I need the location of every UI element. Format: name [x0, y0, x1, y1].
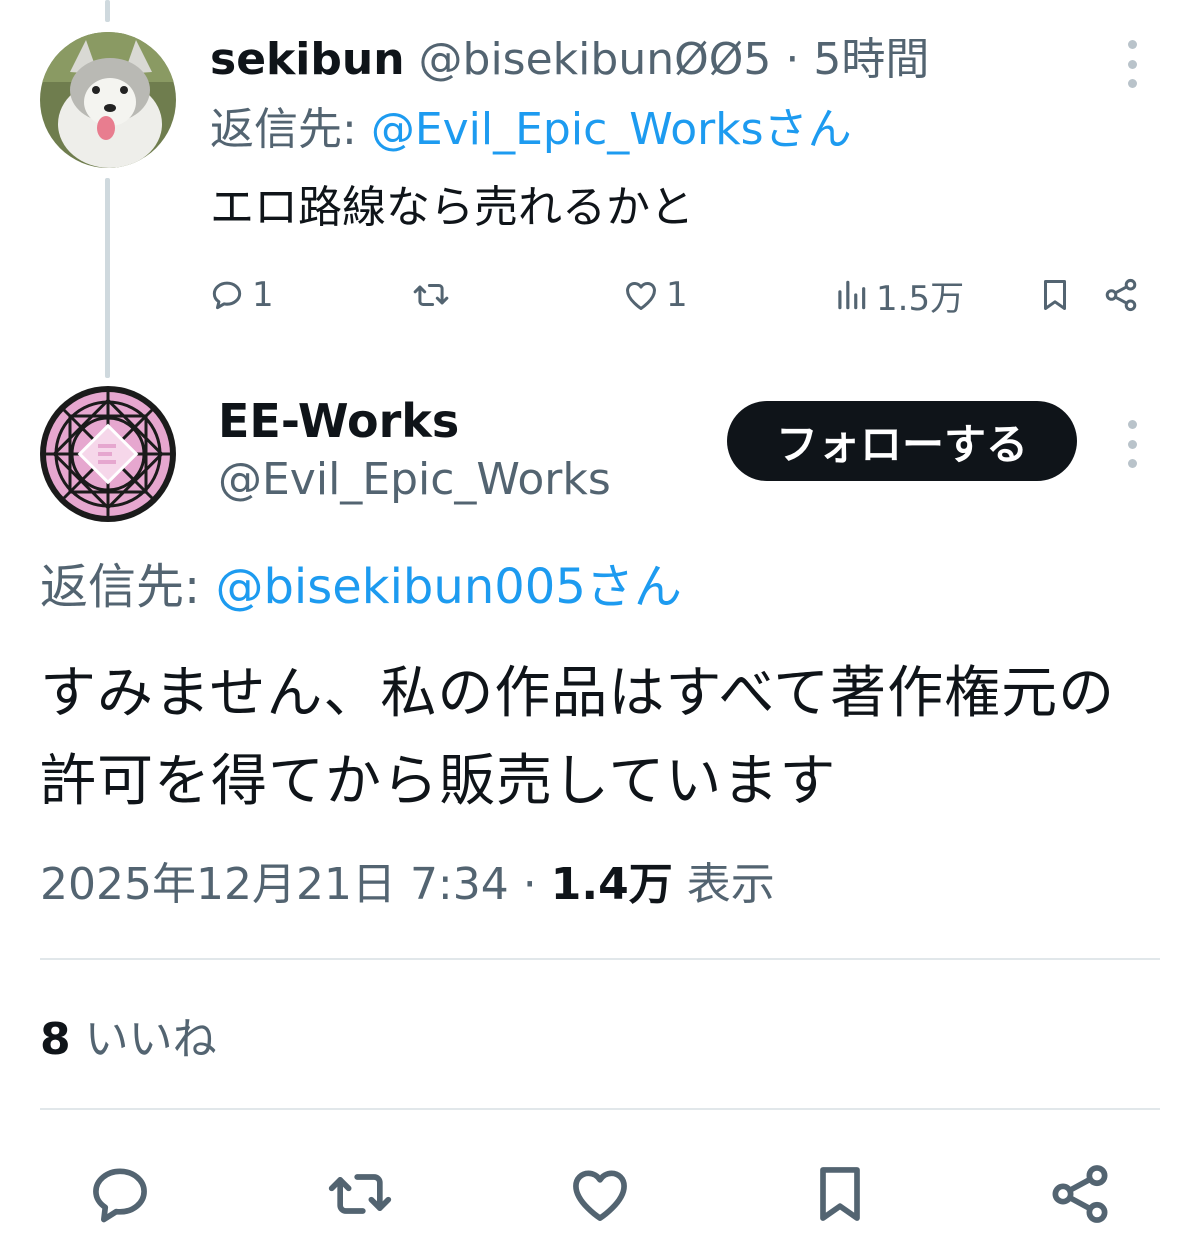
- divider: [40, 1108, 1160, 1110]
- views-count: 1.4万: [550, 859, 673, 910]
- replying-mention[interactable]: @bisekibun005さん: [215, 559, 681, 615]
- display-name[interactable]: sekibun: [210, 34, 405, 85]
- divider: [40, 958, 1160, 960]
- tweet-time[interactable]: 5時間: [813, 34, 929, 85]
- replying-to: 返信先: @bisekibun005さん: [40, 558, 682, 616]
- likes-count: 8: [40, 1014, 71, 1065]
- retweet-button[interactable]: [412, 272, 450, 318]
- share-icon: [1105, 278, 1137, 312]
- tweet-timestamp[interactable]: 2025年12月21日 7:34: [40, 859, 509, 910]
- bookmark-icon: [1043, 280, 1067, 310]
- share-button[interactable]: [1102, 272, 1140, 318]
- replying-to: 返信先: @Evil_Epic_Worksさん: [210, 104, 852, 156]
- separator-dot: ·: [785, 34, 800, 85]
- views-button[interactable]: 1.5万: [832, 272, 965, 319]
- like-button[interactable]: [564, 1158, 636, 1230]
- like-icon: [626, 281, 656, 310]
- user-handle[interactable]: @Evil_Epic_Works: [218, 454, 611, 506]
- tweet-text: エロ路線なら売れるかと: [210, 182, 694, 233]
- views-icon: [838, 280, 866, 310]
- separator-dot: ·: [522, 859, 537, 910]
- follow-button[interactable]: フォローする: [727, 401, 1077, 481]
- bookmark-button[interactable]: [1036, 272, 1074, 318]
- reply-button[interactable]: [84, 1158, 156, 1230]
- share-icon: [1052, 1165, 1108, 1223]
- retweet-icon: [328, 1174, 392, 1214]
- views-count: 1.5万: [876, 278, 965, 319]
- likes-label: いいね: [84, 1014, 217, 1065]
- parent-tweet-header: sekibun @bisekibunØØ5 · 5時間: [210, 34, 929, 86]
- likes-summary[interactable]: 8 いいね: [40, 1012, 217, 1068]
- user-handle[interactable]: @bisekibunØØ5: [419, 34, 772, 85]
- reply-button[interactable]: 1: [208, 272, 274, 318]
- replying-label: 返信先:: [40, 559, 201, 615]
- share-button[interactable]: [1044, 1158, 1116, 1230]
- like-count: 1: [666, 275, 688, 315]
- more-icon[interactable]: [1120, 420, 1144, 468]
- avatar-ee-works[interactable]: [40, 386, 176, 522]
- display-name[interactable]: EE-Works: [218, 394, 459, 448]
- reply-icon: [93, 1168, 147, 1223]
- tweet-meta: 2025年12月21日 7:34 · 1.4万 表示: [40, 856, 775, 914]
- replying-mention[interactable]: @Evil_Epic_Worksさん: [371, 104, 852, 155]
- reply-count: 1: [252, 275, 274, 315]
- retweet-button[interactable]: [324, 1158, 396, 1230]
- avatar-sekibun[interactable]: [40, 32, 176, 168]
- views-label: 表示: [686, 859, 775, 910]
- like-icon: [573, 1170, 627, 1221]
- bookmark-button[interactable]: [804, 1158, 876, 1230]
- bookmark-icon: [820, 1167, 860, 1221]
- replying-label: 返信先:: [210, 104, 357, 155]
- like-button[interactable]: 1: [622, 272, 688, 318]
- tweet-text: すみません、私の作品はすべて著作権元の許可を得てから販売しています: [40, 661, 1116, 814]
- reply-icon: [212, 281, 242, 310]
- retweet-icon: [413, 283, 449, 307]
- more-icon[interactable]: [1120, 40, 1144, 88]
- parent-tweet[interactable]: sekibun @bisekibunØØ5 · 5時間 返信先: @Evil_E…: [0, 0, 1200, 380]
